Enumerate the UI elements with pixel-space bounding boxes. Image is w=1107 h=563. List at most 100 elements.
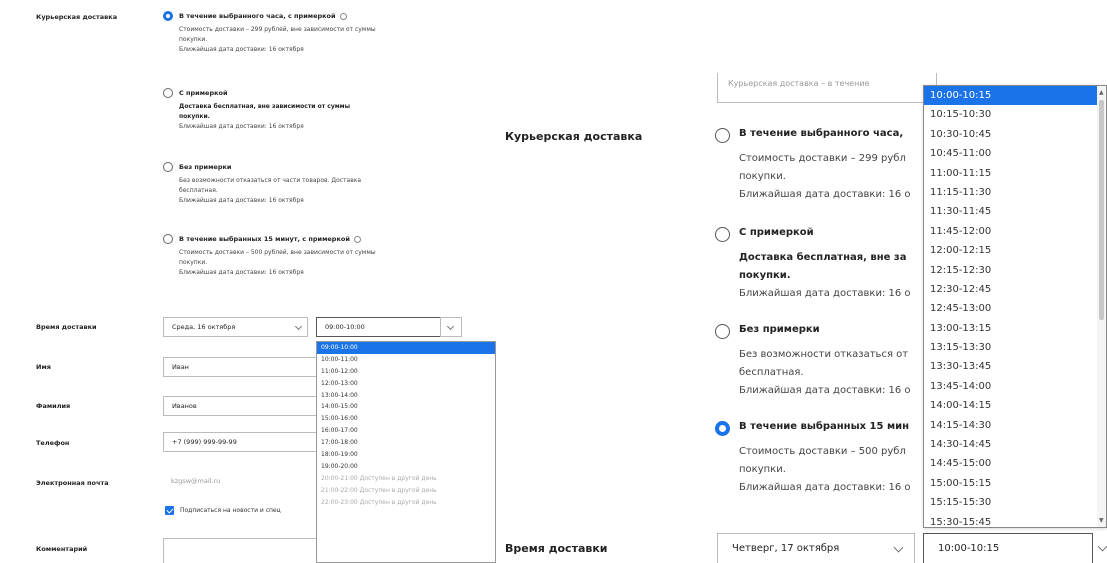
time-dropdown-toggle[interactable]: [440, 317, 462, 337]
time-option[interactable]: 11:00-12:00: [317, 366, 495, 378]
radio[interactable]: [715, 227, 730, 242]
time-option[interactable]: 12:15-12:30: [924, 261, 1098, 280]
surname-input[interactable]: Иванов: [163, 396, 323, 416]
time-option[interactable]: 09:00-10:00: [317, 342, 495, 354]
time-option[interactable]: 14:15-14:30: [924, 416, 1098, 435]
phone-input[interactable]: +7 (999) 999-99-99: [163, 432, 323, 452]
name-input[interactable]: Иван: [163, 357, 323, 377]
delivery-time-label: Время доставки: [36, 323, 97, 331]
option-hour-with-fitting[interactable]: В течение выбранного часа, с примеркой С…: [163, 10, 463, 70]
name-label: Имя: [36, 363, 51, 371]
time-option[interactable]: 10:00-11:00: [317, 354, 495, 366]
chevron-down-icon: [446, 322, 455, 331]
option-cost-text: Стоимость доставки – 500 рубл: [739, 446, 906, 457]
radio-selected[interactable]: [163, 11, 173, 21]
chevron-down-icon[interactable]: [1097, 541, 1107, 552]
time-option[interactable]: 11:15-11:30: [924, 183, 1098, 202]
delivery-time-select[interactable]: 09:00-10:00: [316, 317, 441, 337]
time-option[interactable]: 15:00-16:00: [317, 413, 495, 425]
option-title: С примеркой: [739, 227, 814, 238]
info-icon[interactable]: [353, 235, 361, 243]
time-option[interactable]: 13:30-13:45: [924, 357, 1098, 376]
radio[interactable]: [163, 234, 173, 244]
time-option[interactable]: 13:00-14:00: [317, 390, 495, 402]
option-nearest-date: Ближайшая дата доставки: 16 о: [739, 189, 911, 200]
time-dropdown-list: 09:00-10:00 10:00-11:00 11:00-12:00 12:0…: [316, 341, 496, 563]
time-option[interactable]: 10:45-11:00: [924, 144, 1098, 163]
scrollbar-thumb[interactable]: [1099, 100, 1104, 320]
option-nearest-date: Ближайшая дата доставки: 16 октября: [179, 123, 304, 130]
time-option[interactable]: 12:45-13:00: [924, 299, 1098, 318]
option-nearest-date: Ближайшая дата доставки: 16 о: [739, 482, 911, 493]
option-cost-text: Доставка бесплатная, вне за: [739, 252, 907, 263]
subscribe-label: Подписаться на новости и спец: [180, 507, 281, 514]
option-title: В течение выбранного часа,: [739, 128, 904, 139]
left-form-panel: Курьерская доставка В течение выбранного…: [0, 0, 505, 563]
option-description: Без возможности отказаться от части това…: [179, 177, 362, 184]
option-description-cont: бесплатная.: [179, 187, 218, 194]
time-option[interactable]: 10:00-10:15: [924, 86, 1098, 106]
delivery-date-select[interactable]: Четверг, 17 октября: [717, 533, 915, 563]
surname-label: Фамилия: [36, 402, 71, 410]
time-dropdown-list: 10:00-10:15 10:15-10:30 10:30-10:45 10:4…: [923, 85, 1107, 528]
scroll-down-arrow-icon[interactable]: ▼: [1099, 517, 1104, 524]
time-option[interactable]: 18:00-19:00: [317, 449, 495, 461]
time-option[interactable]: 19:00-20:00: [317, 461, 495, 473]
surname-value: Иванов: [172, 402, 197, 410]
time-option[interactable]: 16:00-17:00: [317, 425, 495, 437]
email-label: Электронная почта: [36, 479, 109, 487]
radio[interactable]: [163, 88, 173, 98]
chevron-down-icon: [893, 542, 904, 553]
radio[interactable]: [715, 128, 730, 143]
time-option[interactable]: 14:30-14:45: [924, 435, 1098, 454]
time-option[interactable]: 13:15-13:30: [924, 338, 1098, 357]
delivery-date-value: Четверг, 17 октября: [732, 543, 840, 554]
subscribe-checkbox[interactable]: [165, 506, 174, 515]
time-option[interactable]: 14:00-15:00: [317, 401, 495, 413]
time-option-unavailable: 20:00-21:00 Доступен в другой день: [321, 474, 437, 482]
delivery-method-field[interactable]: Курьерская доставка – в течение: [717, 73, 937, 103]
radio[interactable]: [163, 162, 173, 172]
time-option[interactable]: 12:00-13:00: [317, 378, 495, 390]
comment-textarea[interactable]: [163, 538, 323, 563]
option-nearest-date: Ближайшая дата доставки: 16 о: [739, 385, 911, 396]
scroll-up-arrow-icon[interactable]: ▲: [1099, 89, 1104, 96]
radio[interactable]: [715, 324, 730, 339]
option-title: Без примерки: [179, 163, 232, 171]
time-option[interactable]: 15:30-15:45: [924, 513, 1098, 527]
delivery-date-select[interactable]: Среда, 16 октября: [163, 317, 308, 337]
email-placeholder: kzgsw@mail.ru: [171, 477, 221, 485]
time-option[interactable]: 12:00-12:15: [924, 241, 1098, 260]
option-cost-text: Стоимость доставки – 500 рублей, вне зав…: [179, 249, 376, 256]
option-cost-text-cont: покупки.: [179, 113, 210, 120]
dropdown-scrollbar[interactable]: ▲ ▼: [1097, 86, 1106, 527]
time-option[interactable]: 12:30-12:45: [924, 280, 1098, 299]
time-option[interactable]: 14:00-14:15: [924, 396, 1098, 415]
time-option[interactable]: 11:30-11:45: [924, 202, 1098, 221]
time-option[interactable]: 15:00-15:15: [924, 474, 1098, 493]
time-option[interactable]: 10:30-10:45: [924, 125, 1098, 144]
name-value: Иван: [172, 363, 189, 371]
time-option[interactable]: 11:45-12:00: [924, 222, 1098, 241]
option-without-fitting[interactable]: Без примерки Без возможности отказаться …: [163, 161, 463, 221]
time-option[interactable]: 10:15-10:30: [924, 105, 1098, 124]
delivery-time-value: 10:00-10:15: [938, 543, 1000, 554]
time-option[interactable]: 17:00-18:00: [317, 437, 495, 449]
phone-value: +7 (999) 999-99-99: [172, 438, 237, 446]
option-cost-text-cont: покупки.: [739, 464, 786, 475]
time-option[interactable]: 13:45-14:00: [924, 377, 1098, 396]
time-option[interactable]: 13:00-13:15: [924, 319, 1098, 338]
time-option[interactable]: 11:00-11:15: [924, 164, 1098, 183]
option-cost-text: Стоимость доставки – 299 рублей, вне зав…: [179, 26, 376, 33]
option-cost-text: Доставка бесплатная, вне зависимости от …: [179, 103, 350, 110]
right-form-panel: Курьерская доставка – в течение Курьерск…: [505, 0, 1107, 563]
time-option[interactable]: 15:15-15:30: [924, 493, 1098, 512]
time-option-unavailable: 22:00-23:00 Доступен в другой день: [321, 498, 437, 506]
email-input[interactable]: kzgsw@mail.ru: [163, 472, 323, 492]
delivery-time-select[interactable]: 10:00-10:15: [923, 533, 1093, 563]
option-15min-with-fitting[interactable]: В течение выбранных 15 минут, с примерко…: [163, 233, 463, 293]
option-with-fitting[interactable]: С примеркой Доставка бесплатная, вне зав…: [163, 87, 463, 147]
info-icon[interactable]: [339, 12, 347, 20]
time-option[interactable]: 14:45-15:00: [924, 454, 1098, 473]
radio-selected[interactable]: [715, 421, 730, 436]
